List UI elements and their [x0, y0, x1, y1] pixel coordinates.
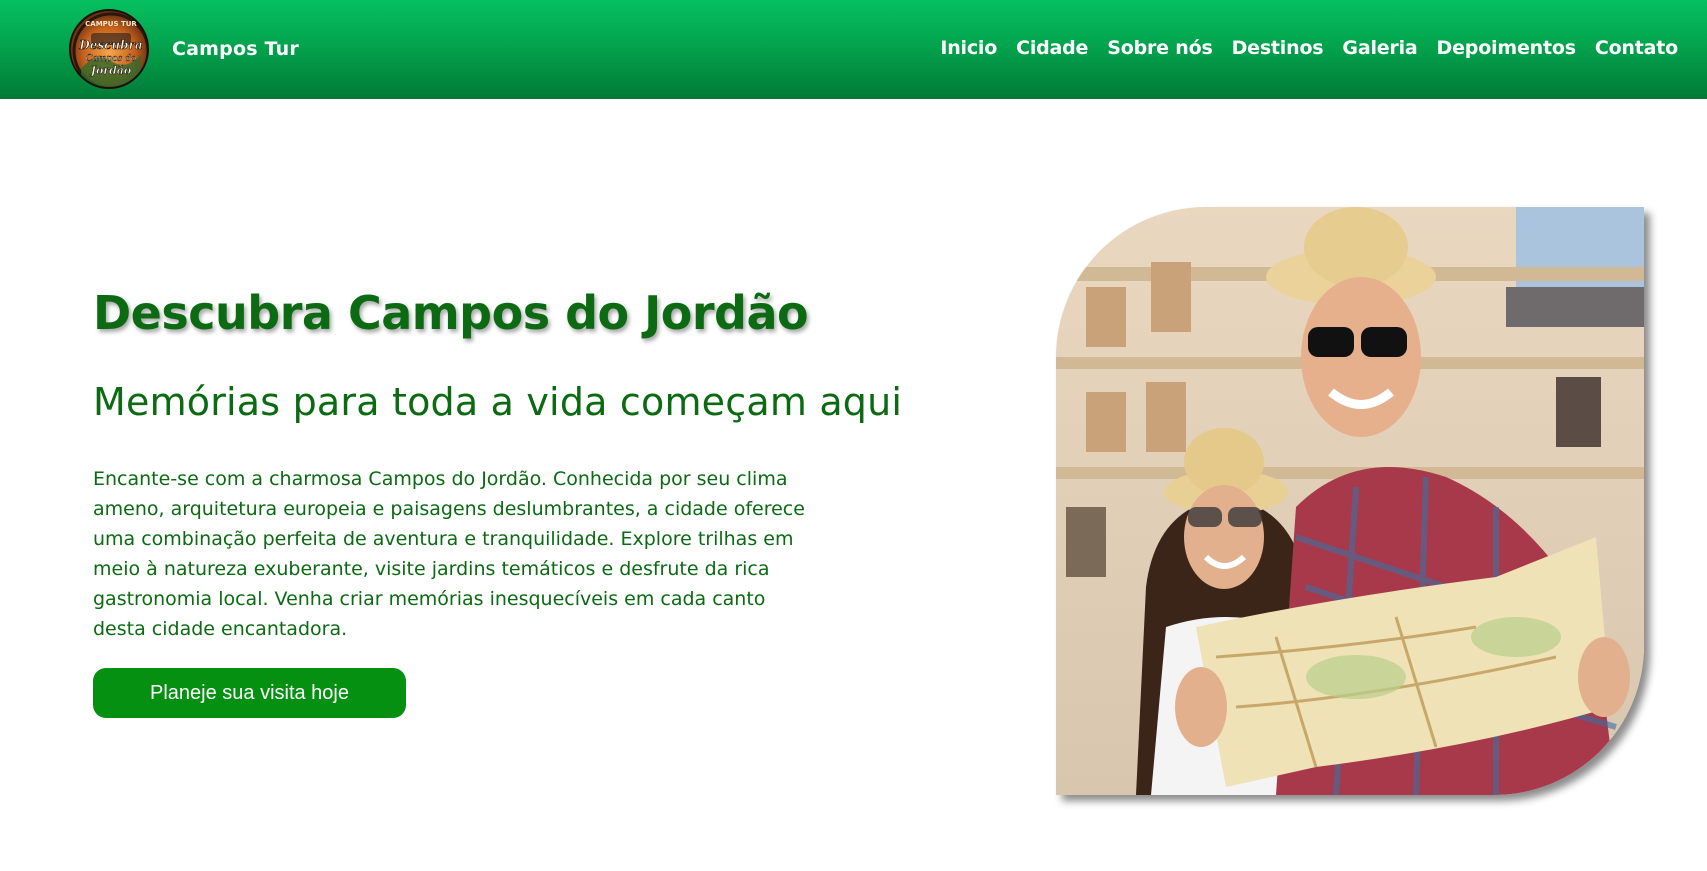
- main-nav: Inicio Cidade Sobre nós Destinos Galeria…: [921, 37, 1678, 59]
- logo-line-2: Campos do: [86, 54, 137, 64]
- nav-item-contato[interactable]: Contato: [1595, 37, 1678, 59]
- nav-item-sobre-nos[interactable]: Sobre nós: [1107, 37, 1213, 59]
- nav-item-depoimentos[interactable]: Depoimentos: [1437, 37, 1576, 59]
- brand[interactable]: CAMPUS TUR Descubra Campos do Jordão Cam…: [69, 9, 299, 89]
- nav-item-galeria[interactable]: Galeria: [1342, 37, 1417, 59]
- logo-badge-icon: CAMPUS TUR Descubra Campos do Jordão: [72, 12, 147, 87]
- hero-description: Encante-se com a charmosa Campos do Jord…: [93, 468, 805, 640]
- plan-visit-button[interactable]: Planeje sua visita hoje: [93, 668, 406, 718]
- nav-item-inicio[interactable]: Inicio: [940, 37, 997, 59]
- nav-item-cidade[interactable]: Cidade: [1016, 37, 1088, 59]
- tourist-couple-image: [1056, 207, 1644, 795]
- hero-title: Descubra Campos do Jordão: [93, 286, 809, 340]
- nav-item-destinos[interactable]: Destinos: [1232, 37, 1324, 59]
- brand-name[interactable]: Campos Tur: [172, 38, 299, 60]
- logo-top-text: CAMPUS TUR: [85, 20, 137, 28]
- logo-line-3: Jordão: [89, 64, 132, 77]
- brand-logo[interactable]: CAMPUS TUR Descubra Campos do Jordão: [69, 9, 149, 89]
- hero-subtitle: Memórias para toda a vida começam aqui: [93, 380, 903, 424]
- hero-photo: [1056, 207, 1644, 795]
- logo-line-1: Descubra: [78, 38, 142, 52]
- site-header: CAMPUS TUR Descubra Campos do Jordão Cam…: [0, 0, 1707, 99]
